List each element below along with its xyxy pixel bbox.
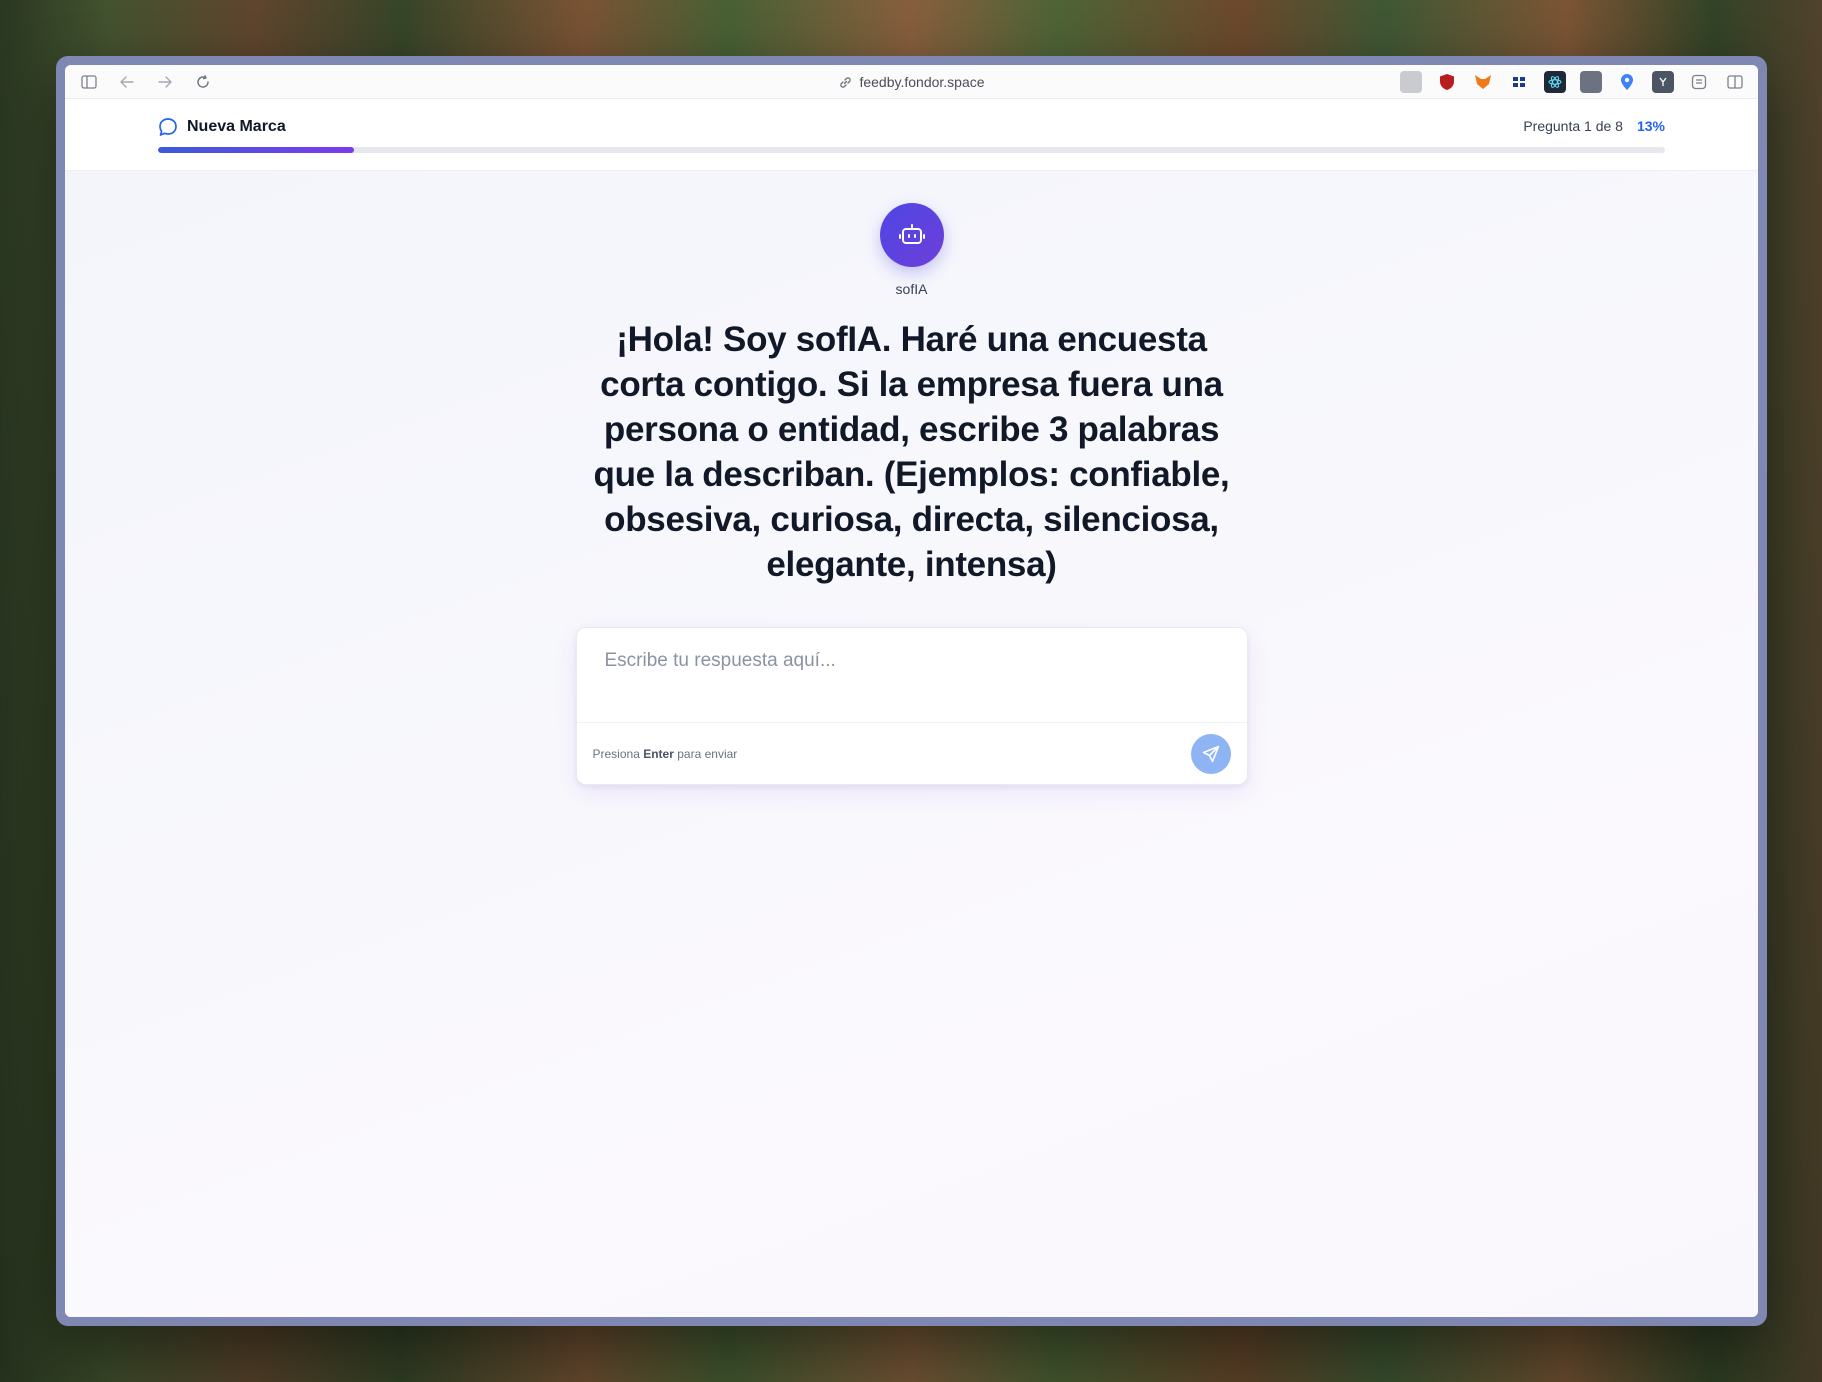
- submit-hint: Presiona Enter para enviar: [593, 747, 738, 761]
- answer-card-footer: Presiona Enter para enviar: [576, 722, 1247, 784]
- forward-arrow-icon[interactable]: [153, 71, 177, 93]
- progress-bar: [158, 147, 1665, 153]
- browser-toolbar: feedby.fondor.space: [65, 65, 1758, 99]
- question-counter: Pregunta 1 de 8: [1523, 118, 1623, 134]
- extension-pin-icon[interactable]: [1616, 71, 1638, 93]
- send-icon: [1202, 745, 1219, 762]
- extension-screen-icon[interactable]: [1580, 70, 1602, 93]
- split-view-icon[interactable]: [1724, 71, 1746, 93]
- url-text: feedby.fondor.space: [859, 74, 985, 90]
- extension-react-icon[interactable]: [1544, 70, 1566, 93]
- browser-window-content: feedby.fondor.space Nueva Marca Pregunta…: [65, 65, 1758, 1317]
- browser-window: feedby.fondor.space Nueva Marca Pregunta…: [56, 56, 1767, 1326]
- reload-icon[interactable]: [191, 71, 215, 93]
- brand-title: Nueva Marca: [187, 118, 286, 135]
- address-bar[interactable]: feedby.fondor.space: [838, 65, 985, 99]
- extension-grid-icon[interactable]: [1508, 71, 1530, 93]
- extension-y-icon[interactable]: [1652, 70, 1674, 93]
- link-icon: [839, 76, 851, 88]
- hint-key: Enter: [643, 746, 674, 761]
- send-button[interactable]: [1190, 733, 1231, 774]
- progress-bar-fill: [158, 147, 354, 153]
- question-text: ¡Hola! Soy sofIA. Haré una encuesta cort…: [593, 320, 1230, 584]
- survey-main: sofIA ¡Hola! Soy sofIA. Haré una encuest…: [65, 171, 1758, 1317]
- answer-input[interactable]: [576, 628, 1247, 724]
- toolbar-nav: [77, 71, 215, 93]
- chat-bubble-icon: [159, 118, 177, 136]
- survey-header: Nueva Marca Pregunta 1 de 8 13%: [65, 99, 1758, 171]
- progress-percentage: 13%: [1636, 118, 1665, 134]
- bot-avatar: [879, 203, 944, 267]
- extensions-bar: [1400, 70, 1746, 93]
- extension-fox-icon[interactable]: [1472, 71, 1494, 93]
- hint-prefix: Presiona: [592, 746, 640, 761]
- answer-card: Presiona Enter para enviar: [575, 627, 1248, 785]
- hint-suffix: para enviar: [677, 746, 738, 761]
- sidebar-toggle-icon[interactable]: [77, 71, 101, 93]
- extension-shield-icon[interactable]: [1436, 71, 1458, 93]
- progress-info: Pregunta 1 de 8 13%: [1523, 118, 1665, 134]
- brand: Nueva Marca: [158, 117, 286, 137]
- back-arrow-icon[interactable]: [115, 71, 139, 93]
- extension-reader-icon[interactable]: [1688, 71, 1710, 93]
- robot-icon: [898, 224, 925, 244]
- bot-name: sofIA: [895, 281, 928, 297]
- extension-briefcase-icon[interactable]: [1400, 70, 1422, 93]
